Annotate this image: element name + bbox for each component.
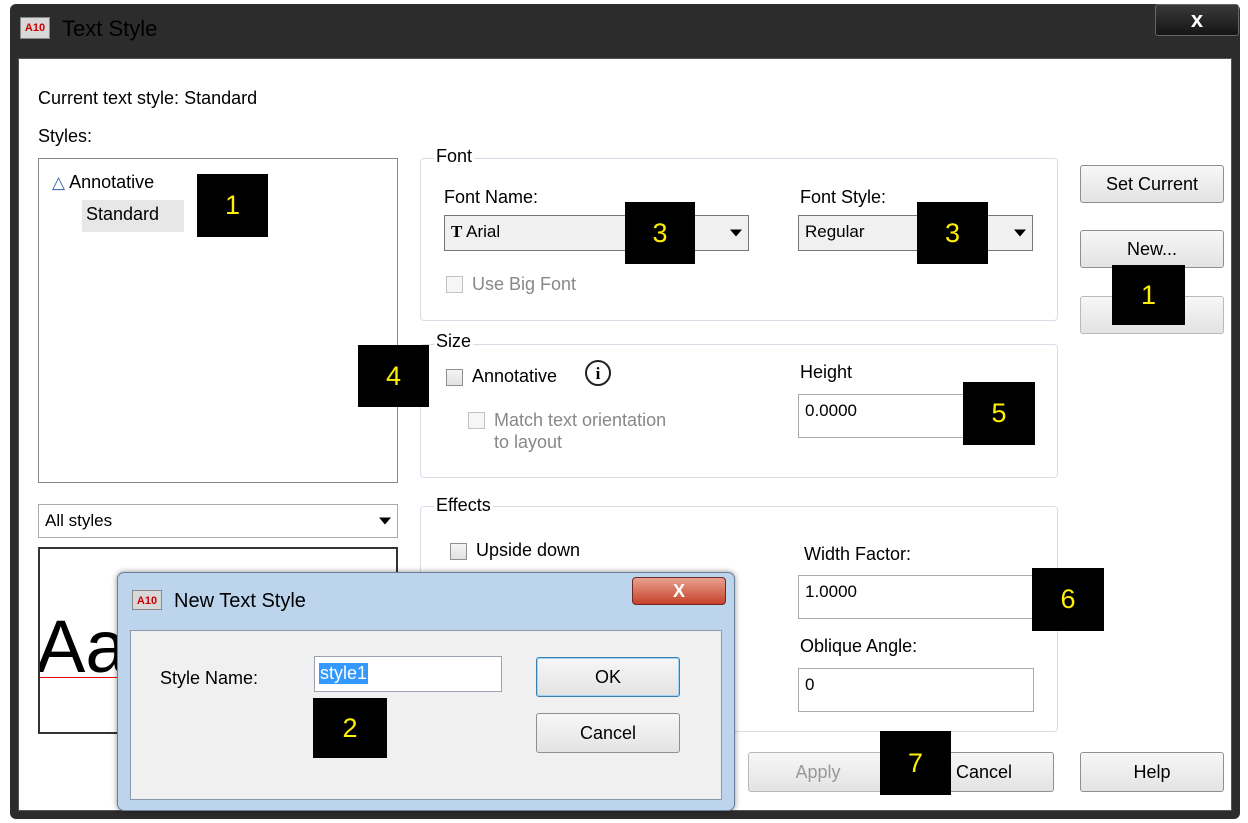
use-big-font-checkbox[interactable] [446, 276, 463, 293]
list-item-selected[interactable]: Standard [82, 200, 184, 232]
window-title: Text Style [62, 16, 158, 41]
effects-group-label: Effects [434, 495, 493, 516]
list-item-label: Annotative [69, 172, 155, 192]
ok-button[interactable]: OK [536, 657, 680, 697]
font-style-select[interactable]: Regular [798, 215, 1033, 251]
font-style-label: Font Style: [800, 187, 887, 207]
height-label: Height [800, 362, 853, 382]
annotation-badge: 1 [1112, 265, 1185, 325]
annotative-label: Annotative [472, 366, 558, 386]
style-name-input[interactable]: style1 [314, 656, 502, 692]
match-orientation-line-1: Match text orientation [494, 410, 667, 430]
autocad-app-icon: A10 [132, 590, 162, 610]
annotation-badge: 6 [1032, 568, 1104, 631]
use-big-font-label: Use Big Font [472, 274, 577, 294]
new-button[interactable]: New... [1080, 230, 1224, 268]
match-orientation-line-2: to layout [494, 432, 563, 452]
close-button[interactable]: x [1155, 4, 1239, 36]
annotation-badge: 2 [313, 698, 387, 758]
match-orientation-checkbox[interactable] [468, 412, 485, 429]
annotation-badge: 3 [625, 202, 695, 264]
style-name-value: style1 [319, 663, 369, 684]
annotation-badge: 7 [880, 731, 951, 795]
new-dialog-title: New Text Style [174, 590, 306, 612]
oblique-angle-label: Oblique Angle: [800, 636, 918, 656]
info-icon[interactable]: i [585, 360, 611, 386]
annotation-badge: 3 [917, 202, 988, 264]
width-factor-input[interactable]: 1.0000 [798, 575, 1034, 619]
truetype-icon: T [451, 222, 463, 241]
current-style-text: Current text style: Standard [38, 88, 257, 109]
upside-down-label: Upside down [476, 540, 581, 560]
font-group-label: Font [434, 146, 475, 167]
styles-filter-value: All styles [45, 511, 113, 530]
current-style-value: Standard [184, 88, 258, 108]
help-button[interactable]: Help [1080, 752, 1224, 792]
styles-filter-select[interactable]: All styles [38, 504, 398, 538]
width-factor-label: Width Factor: [804, 544, 912, 564]
chevron-down-icon [730, 229, 742, 237]
annotation-badge: 5 [963, 382, 1035, 445]
chevron-down-icon [1014, 229, 1026, 237]
new-dialog-close-button[interactable]: X [632, 577, 726, 605]
current-style-label: Current text style: [38, 88, 180, 108]
set-current-button[interactable]: Set Current [1080, 165, 1224, 203]
autocad-app-icon: A10 [20, 17, 50, 39]
chevron-down-icon [379, 517, 391, 525]
font-name-value: Arial [466, 222, 501, 241]
oblique-angle-input[interactable]: 0 [798, 668, 1034, 712]
apply-button[interactable]: Apply [748, 752, 888, 792]
style-name-label: Style Name: [160, 668, 259, 688]
annotation-badge: 1 [197, 174, 268, 237]
font-name-label: Font Name: [444, 187, 539, 207]
annotative-icon: △ [52, 173, 66, 192]
font-name-select[interactable]: T Arial [444, 215, 749, 251]
annotation-badge: 4 [358, 345, 429, 407]
list-item[interactable]: △ Annotative [52, 172, 154, 193]
new-dialog-cancel-button[interactable]: Cancel [536, 713, 680, 753]
annotative-checkbox[interactable] [446, 369, 463, 386]
size-group-label: Size [434, 331, 474, 352]
preview-text: Aa [38, 605, 127, 688]
match-orientation-label: Match text orientation to layout [494, 409, 666, 453]
font-style-value: Regular [805, 222, 865, 241]
upside-down-checkbox[interactable] [450, 543, 467, 560]
styles-label: Styles: [38, 126, 93, 146]
